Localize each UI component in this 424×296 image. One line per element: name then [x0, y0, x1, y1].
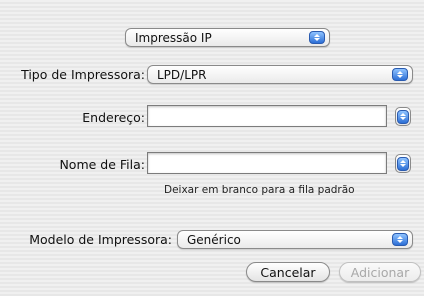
printer-model-value: Genérico — [187, 232, 241, 247]
up-down-arrows-icon — [397, 109, 409, 124]
up-down-arrows-icon — [397, 156, 409, 171]
printer-model-label: Modelo de Impressora: — [29, 232, 172, 247]
up-down-arrows-icon — [309, 31, 325, 44]
printer-type-label: Tipo de Impressora: — [21, 67, 145, 82]
printer-type-value: LPD/LPR — [157, 67, 207, 82]
address-field[interactable] — [147, 105, 387, 127]
add-button[interactable]: Adicionar — [339, 262, 421, 282]
address-history-popup[interactable] — [395, 107, 411, 126]
protocol-popup-value: Impressão IP — [135, 30, 212, 45]
cancel-button[interactable]: Cancelar — [246, 262, 330, 282]
queue-name-field[interactable] — [147, 152, 387, 174]
printer-type-popup[interactable]: LPD/LPR — [147, 65, 413, 84]
queue-hint: Deixar em branco para a fila padrão — [164, 184, 355, 196]
up-down-arrows-icon — [392, 68, 408, 81]
protocol-popup[interactable]: Impressão IP — [125, 28, 330, 47]
printer-model-popup[interactable]: Genérico — [177, 230, 413, 249]
queue-history-popup[interactable] — [395, 154, 411, 173]
address-label: Endereço: — [82, 110, 145, 125]
up-down-arrows-icon — [392, 233, 408, 246]
printer-dialog: Impressão IP Tipo de Impressora: LPD/LPR… — [0, 0, 424, 296]
queue-name-label: Nome de Fila: — [59, 157, 145, 172]
